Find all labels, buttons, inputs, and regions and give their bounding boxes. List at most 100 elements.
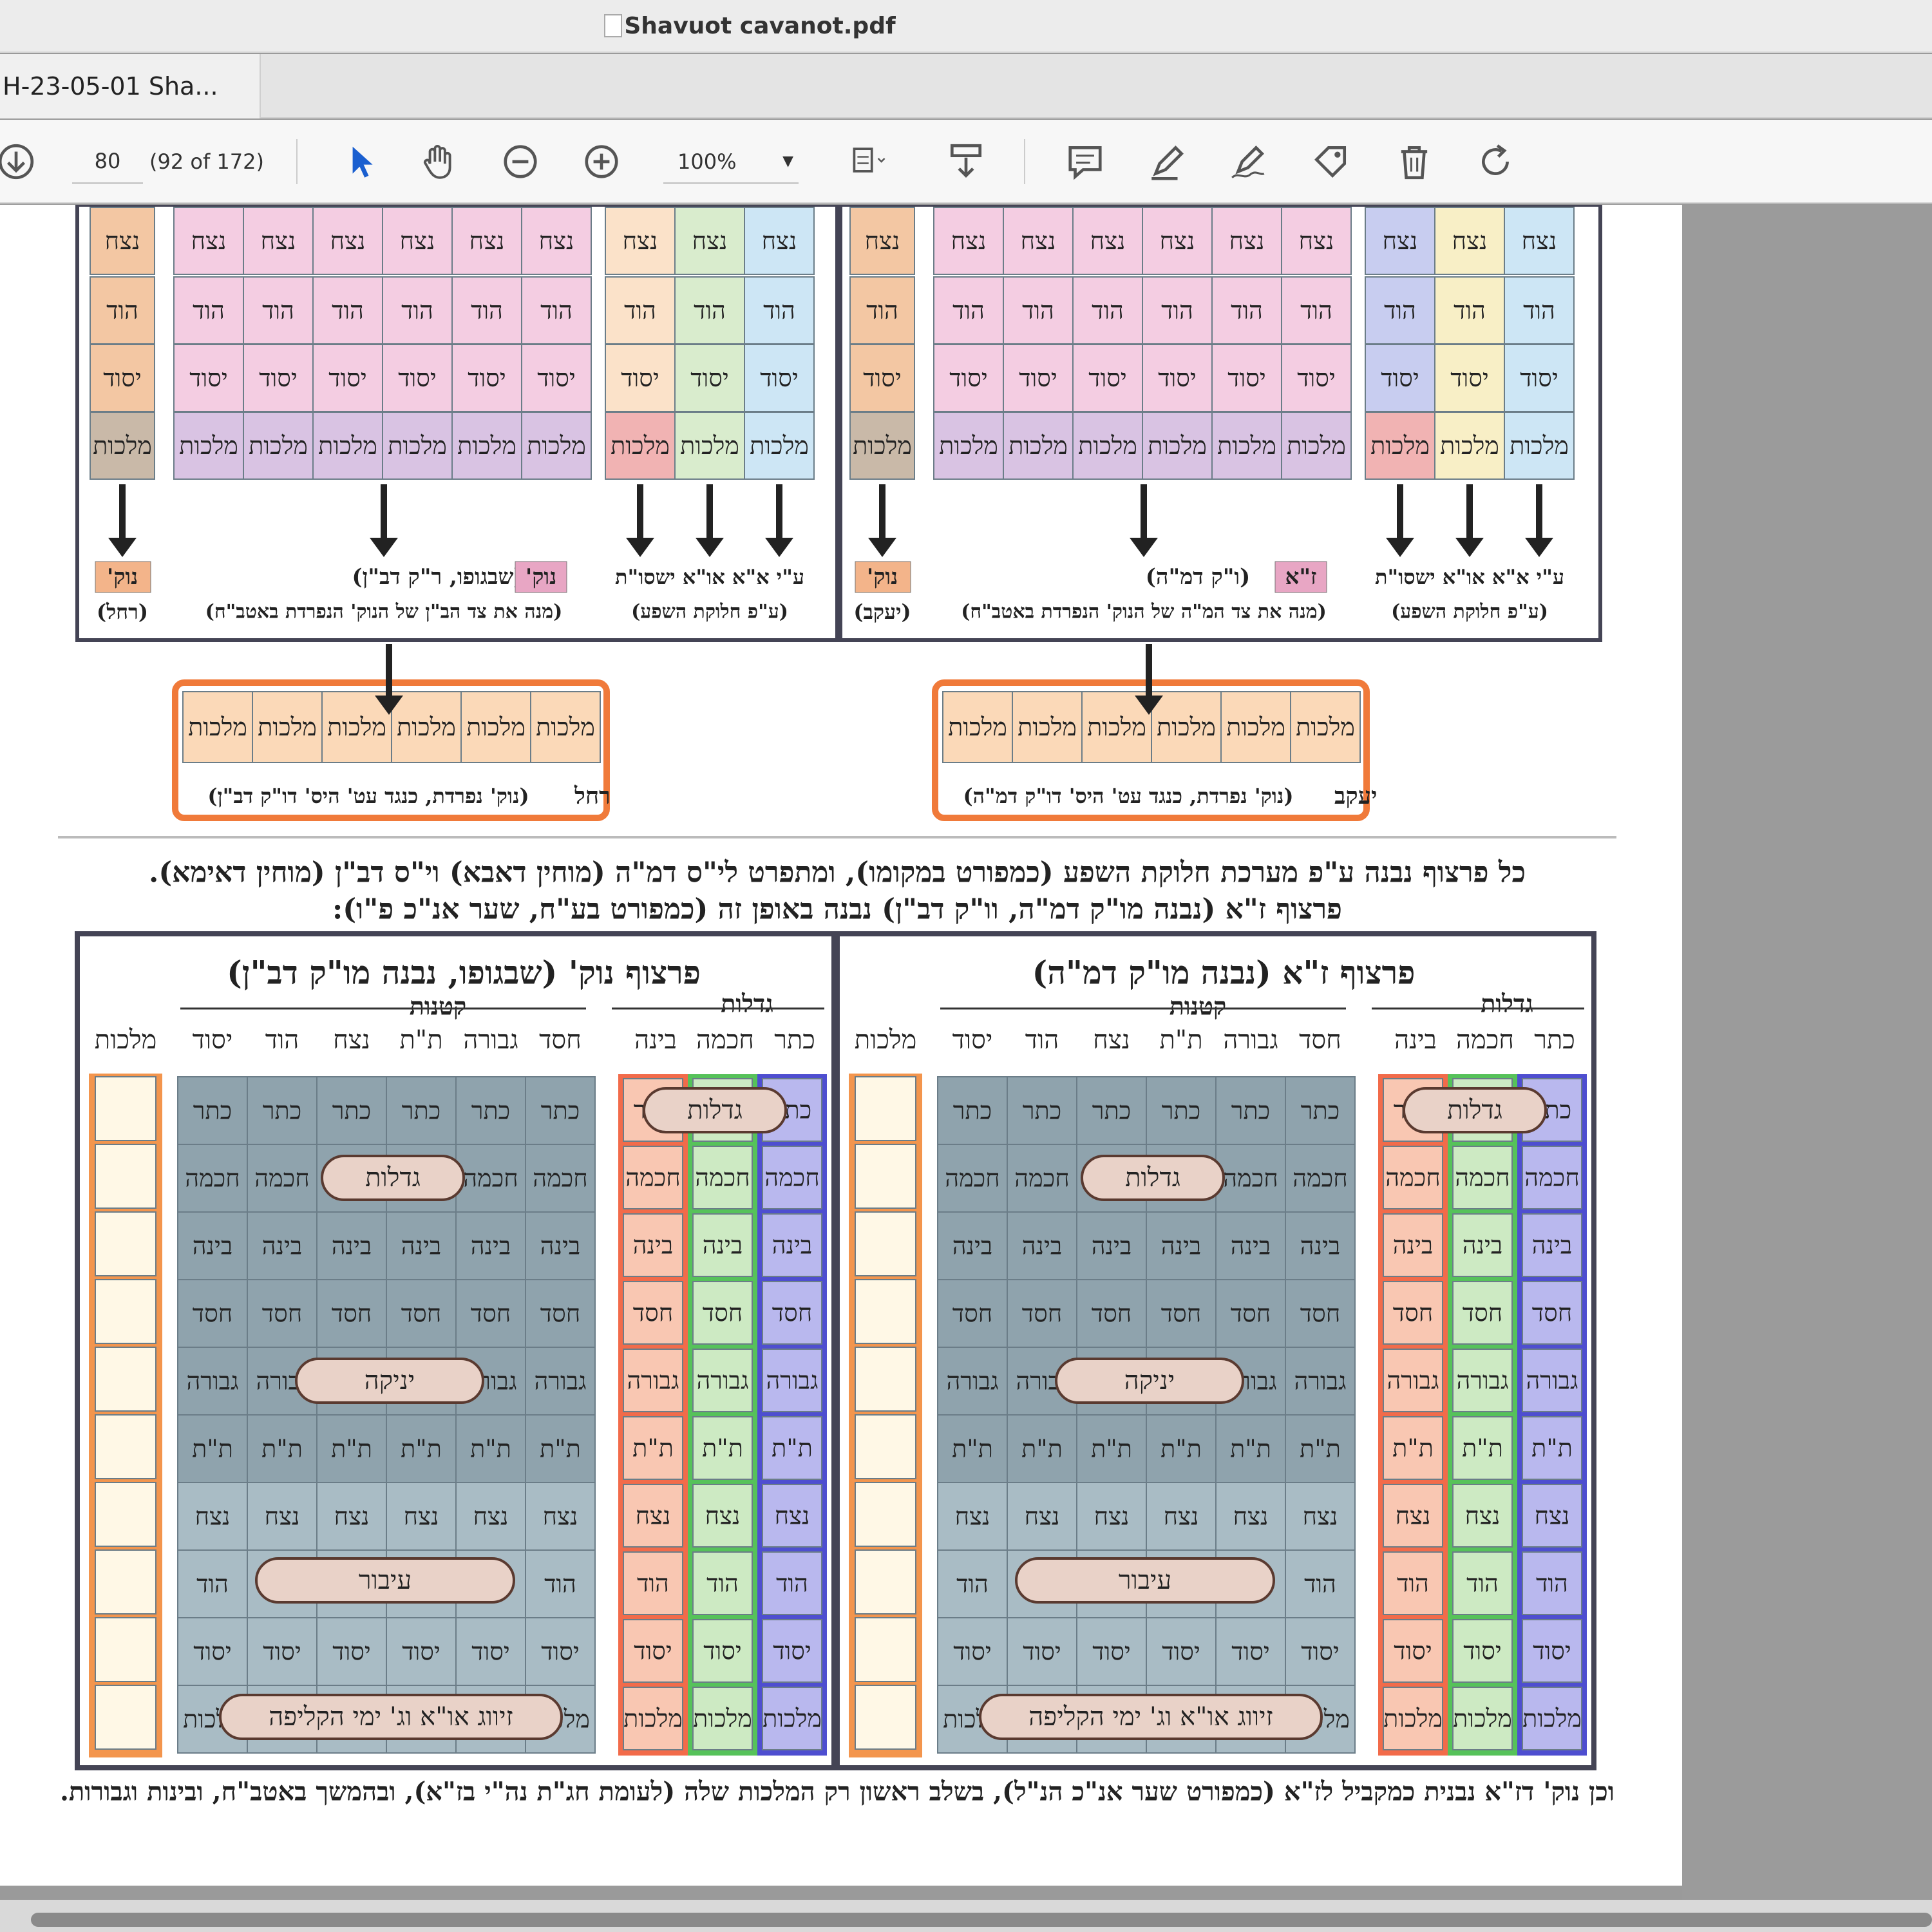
three-col-label: נצח (762, 227, 797, 255)
gadlut-grid-label: בינה (772, 1231, 813, 1260)
scroll-mode-icon[interactable] (940, 120, 992, 204)
gadlut-grid-label: גבורה (1387, 1367, 1439, 1395)
gadlut-grid-label: יסוד (1394, 1637, 1432, 1665)
fit-page-icon[interactable] (837, 120, 902, 204)
katnut-grid-label: נצח (195, 1502, 231, 1531)
gadlut-grid-label: חכמה (695, 1164, 750, 1192)
pink-col-label: הוד (193, 296, 225, 325)
gadlut-grid-label: נצח (1535, 1502, 1570, 1530)
separated-malchut-label: מלכות (1018, 713, 1077, 741)
top-right-diagram: נצח הוד יסוד מלכות נצח הוד יסוד מלכות נצח הוד יסוד… (835, 205, 1602, 642)
tag-icon[interactable] (1305, 120, 1356, 204)
gadlut-grid-label: חסד (633, 1299, 673, 1327)
katnut-grid-label: חסד (1092, 1300, 1132, 1328)
katnut-grid-label: ת"ת (331, 1435, 372, 1463)
katnut-grid-label: גבורה (534, 1367, 586, 1396)
document-tab[interactable]: H-23-05-01 Sha... (0, 54, 261, 118)
katnut-grid-label: חכמה (533, 1164, 587, 1193)
katnut-grid-label: ת"ת (540, 1435, 581, 1463)
gadlut-pill-text: גדלות (1447, 1095, 1502, 1125)
nok-col-label: מלכות (853, 431, 912, 460)
gadlut-grid-label: בינה (633, 1231, 674, 1260)
gadlut-header: גדלות (721, 989, 773, 1018)
katnut-grid-label: יסוד (953, 1638, 992, 1666)
sign-icon[interactable] (1222, 120, 1274, 204)
three-col-label: נצח (1383, 227, 1418, 255)
katnut-grid-label: ת"ת (1160, 1435, 1202, 1463)
pink-col-label: הוד (401, 296, 433, 325)
katnut-grid-label: כתר (541, 1097, 580, 1125)
empty-malchut-cell (95, 1549, 156, 1615)
katnut-grid-label: בינה (540, 1232, 581, 1260)
three-col-label: יסוד (1450, 364, 1489, 392)
arrow-head (108, 538, 137, 557)
pink-col-label: מלכות (457, 431, 516, 460)
katnut-grid-label: הוד (956, 1570, 989, 1598)
trash-icon[interactable] (1388, 120, 1440, 204)
column-header: מלכות (855, 1025, 917, 1055)
select-arrow-icon[interactable] (335, 120, 386, 204)
empty-malchut-cell (855, 1211, 916, 1276)
gadlut-grid-label: גבורה (696, 1367, 748, 1395)
gadlut-grid-label: ת"ת (1531, 1434, 1573, 1463)
katnut-grid-label: בינה (332, 1232, 372, 1260)
katnut-grid-label: יסוד (541, 1638, 580, 1666)
katnut-grid-label: ת"ת (952, 1435, 993, 1463)
pink-col-label: נצח (539, 227, 574, 255)
horizontal-scrollbar[interactable] (31, 1913, 1932, 1927)
katnut-grid-label: חסד (262, 1300, 302, 1328)
column-header: נצח (1093, 1025, 1130, 1055)
katnut-grid-label: בינה (952, 1232, 993, 1260)
katnut-grid-label: ת"ת (1091, 1435, 1132, 1463)
hand-icon[interactable] (412, 120, 464, 204)
three-col-label: הוד (1523, 296, 1555, 325)
page-number-input[interactable] (72, 139, 143, 184)
gadlut-grid-label: מלכות (762, 1705, 822, 1733)
katnut-grid-label: כתר (193, 1097, 232, 1125)
empty-malchut-cell (95, 1076, 156, 1141)
katnut-grid-label: חסד (471, 1300, 511, 1328)
ibur-pill-text: עיבור (359, 1566, 412, 1595)
rotate-icon[interactable] (1470, 120, 1521, 204)
gadlut-grid-label: בינה (1463, 1231, 1503, 1260)
pink-col-label: מלכות (1009, 431, 1068, 460)
pink-col-label: מלכות (388, 431, 447, 460)
katnut-grid-label: כתר (953, 1097, 992, 1125)
highlight-pen-icon[interactable] (1142, 120, 1193, 204)
katnut-grid-label: חסד (1022, 1300, 1062, 1328)
zoom-out-icon[interactable] (495, 120, 546, 204)
toolbar-divider (1024, 139, 1025, 184)
three-col-label: יסוד (760, 364, 799, 392)
empty-malchut-cell (855, 1414, 916, 1479)
download-icon[interactable] (0, 120, 39, 204)
pink-col-label: יסוד (1297, 364, 1336, 392)
column-header: חסד (1299, 1025, 1341, 1055)
column-header: ת"ת (1159, 1025, 1202, 1055)
three-col-label: מלכות (1510, 431, 1569, 460)
separated-malchut-label: מלכות (327, 713, 386, 741)
separated-malchut-label: מלכות (1226, 713, 1285, 741)
nok-col-label: הוד (106, 296, 138, 325)
column-header: חכמה (1456, 1025, 1514, 1055)
comment-icon[interactable] (1059, 120, 1111, 204)
zoom-select[interactable]: 100% ▼ (663, 139, 799, 184)
gadlut-grid-label: הוד (637, 1569, 669, 1598)
yenika-pill-text: יניקה (1124, 1366, 1175, 1396)
katnut-grid-label: הוד (1304, 1570, 1336, 1598)
pink-col-label: נצח (1160, 227, 1195, 255)
zoom-in-icon[interactable] (576, 120, 627, 204)
gadlut-grid-label: הוד (706, 1569, 739, 1598)
column-header: כתר (1534, 1025, 1575, 1055)
katnut-grid-label: נצח (1164, 1502, 1199, 1531)
separated-malchut-boxes: מלכות מלכות מלכות מלכות מלכות מלכות רחל (נוק' נ… (58, 644, 1616, 838)
pink-col-label: יסוד (328, 364, 367, 392)
zivug-pill-text: זיווג או"א וג' ימי הקליפה (1028, 1702, 1273, 1732)
katnut-grid-label: ת"ת (1300, 1435, 1341, 1463)
katnut-grid-label: ת"ת (470, 1435, 511, 1463)
pink-col-label: הוד (952, 296, 985, 325)
pink-col-label: נצח (1021, 227, 1056, 255)
empty-malchut-cell (855, 1482, 916, 1547)
arrow-head (370, 538, 398, 557)
three-col-label: מלכות (1370, 431, 1430, 460)
katnut-grid-label: נצח (473, 1502, 509, 1531)
